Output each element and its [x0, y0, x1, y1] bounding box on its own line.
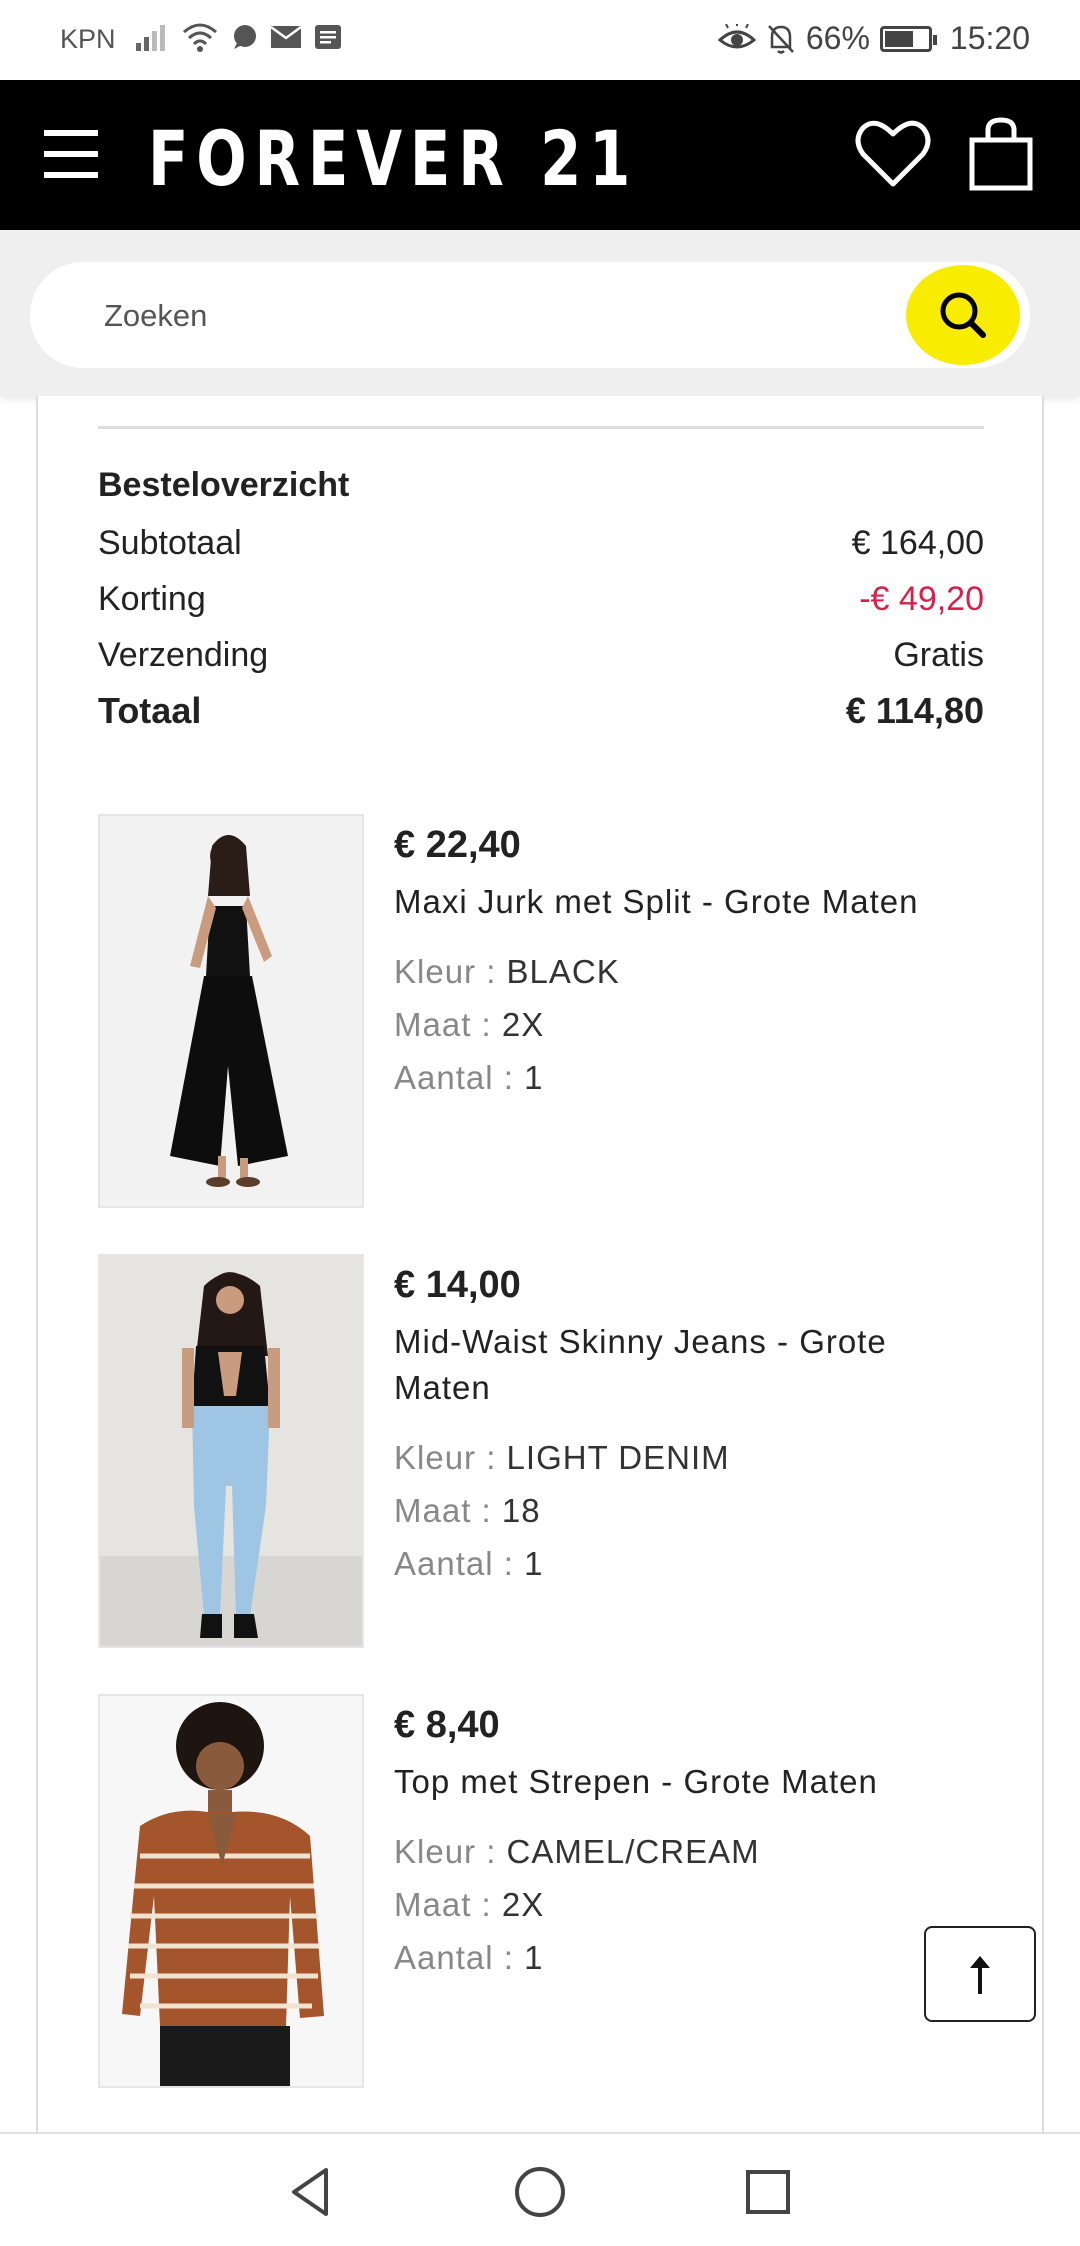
attr-value: 1	[524, 1939, 544, 1976]
site-logo[interactable]: FOREVER 21	[148, 114, 638, 203]
wifi-icon	[183, 23, 217, 52]
arrow-up-icon	[970, 1956, 990, 1994]
attr-value: LIGHT DENIM	[506, 1439, 730, 1476]
bell-muted-icon	[767, 24, 794, 54]
hamburger-icon[interactable]	[44, 130, 98, 180]
summary-value: € 114,80	[845, 690, 984, 731]
summary-row-discount: Korting -€ 49,20	[98, 571, 984, 627]
item-price: € 14,00	[394, 1264, 521, 1306]
order-card: Besteloverzicht Subtotaal € 164,00 Korti…	[36, 396, 1044, 2132]
item-price: € 8,40	[394, 1704, 500, 1746]
summary-label: Korting	[98, 579, 206, 618]
status-bar: KPN 66% 15:20	[0, 0, 1080, 80]
search-box	[30, 262, 1030, 368]
item-size: Maat : 18	[394, 1484, 984, 1537]
order-summary: Besteloverzicht Subtotaal € 164,00 Korti…	[98, 466, 984, 739]
product-image[interactable]	[98, 1694, 364, 2088]
product-photo-top	[100, 1696, 362, 2086]
item-color: Kleur : LIGHT DENIM	[394, 1431, 984, 1484]
item-info: € 8,40 Top met Strepen - Grote Maten Kle…	[394, 1704, 984, 1984]
product-photo-jeans	[100, 1256, 362, 1646]
recents-icon[interactable]	[738, 2162, 798, 2222]
bag-icon[interactable]	[968, 116, 1034, 192]
item-name[interactable]: Maxi Jurk met Split - Grote Maten	[394, 879, 984, 925]
search-button[interactable]	[906, 265, 1020, 365]
attr-value: 2X	[501, 1006, 545, 1043]
attr-label: Aantal :	[394, 1059, 525, 1096]
item-info: € 14,00 Mid-Waist Skinny Jeans - Grote M…	[394, 1264, 984, 1590]
product-image[interactable]	[98, 1254, 364, 1648]
attr-value: BLACK	[506, 953, 620, 990]
summary-value: € 164,00	[851, 523, 984, 562]
carrier-label: KPN	[60, 24, 116, 54]
item-size: Maat : 2X	[394, 998, 984, 1051]
summary-value: -€ 49,20	[859, 579, 984, 618]
attr-label: Aantal :	[394, 1939, 525, 1976]
summary-row-shipping: Verzending Gratis	[98, 627, 984, 683]
item-info: € 22,40 Maxi Jurk met Split - Grote Mate…	[394, 824, 984, 1104]
attr-value: CAMEL/CREAM	[506, 1833, 760, 1870]
battery-icon	[879, 25, 937, 52]
attr-value: 1	[524, 1545, 544, 1582]
summary-label: Verzending	[98, 635, 269, 674]
eye-icon	[717, 23, 756, 48]
battery-percent: 66%	[805, 20, 870, 56]
news-icon	[315, 25, 341, 49]
item-name[interactable]: Top met Strepen - Grote Maten	[394, 1759, 984, 1805]
summary-title: Besteloverzicht	[98, 466, 350, 504]
signal-icon	[136, 25, 165, 51]
system-nav-bar	[0, 2132, 1080, 2246]
attr-value: 18	[501, 1492, 541, 1529]
summary-label: Totaal	[98, 690, 202, 731]
attr-label: Kleur :	[394, 1439, 507, 1476]
search-input[interactable]	[102, 290, 886, 342]
attr-label: Maat :	[394, 1006, 502, 1043]
item-color: Kleur : BLACK	[394, 945, 984, 998]
product-image[interactable]	[98, 814, 364, 1208]
item-quantity: Aantal : 1	[394, 1931, 984, 1984]
home-icon[interactable]	[510, 2162, 570, 2222]
product-photo-dress	[100, 816, 362, 1206]
summary-row-subtotal: Subtotaal € 164,00	[98, 515, 984, 571]
back-to-top-button[interactable]	[924, 1926, 1036, 2022]
attr-label: Maat :	[394, 1492, 502, 1529]
attr-label: Kleur :	[394, 953, 507, 990]
attr-value: 2X	[501, 1886, 545, 1923]
item-size: Maat : 2X	[394, 1878, 984, 1931]
divider	[98, 426, 984, 429]
search-bar	[0, 230, 1080, 396]
item-quantity: Aantal : 1	[394, 1051, 984, 1104]
summary-label: Subtotaal	[98, 523, 242, 562]
search-icon	[940, 292, 986, 338]
item-name[interactable]: Mid-Waist Skinny Jeans - Grote Maten	[394, 1319, 984, 1411]
site-header: FOREVER 21	[0, 80, 1080, 230]
attr-label: Maat :	[394, 1886, 502, 1923]
status-right: 66% 15:20	[717, 20, 1030, 57]
attr-label: Aantal :	[394, 1545, 525, 1582]
heart-icon[interactable]	[855, 118, 931, 190]
clock: 15:20	[949, 20, 1030, 56]
mail-icon	[270, 25, 302, 48]
item-color: Kleur : CAMEL/CREAM	[394, 1825, 984, 1878]
item-price: € 22,40	[394, 824, 521, 866]
attr-label: Kleur :	[394, 1833, 507, 1870]
summary-value: Gratis	[893, 635, 984, 674]
item-quantity: Aantal : 1	[394, 1537, 984, 1590]
attr-value: 1	[524, 1059, 544, 1096]
summary-row-total: Totaal € 114,80	[98, 683, 984, 739]
chat-icon	[234, 25, 256, 49]
status-icons	[136, 22, 342, 52]
back-icon[interactable]	[280, 2162, 340, 2222]
